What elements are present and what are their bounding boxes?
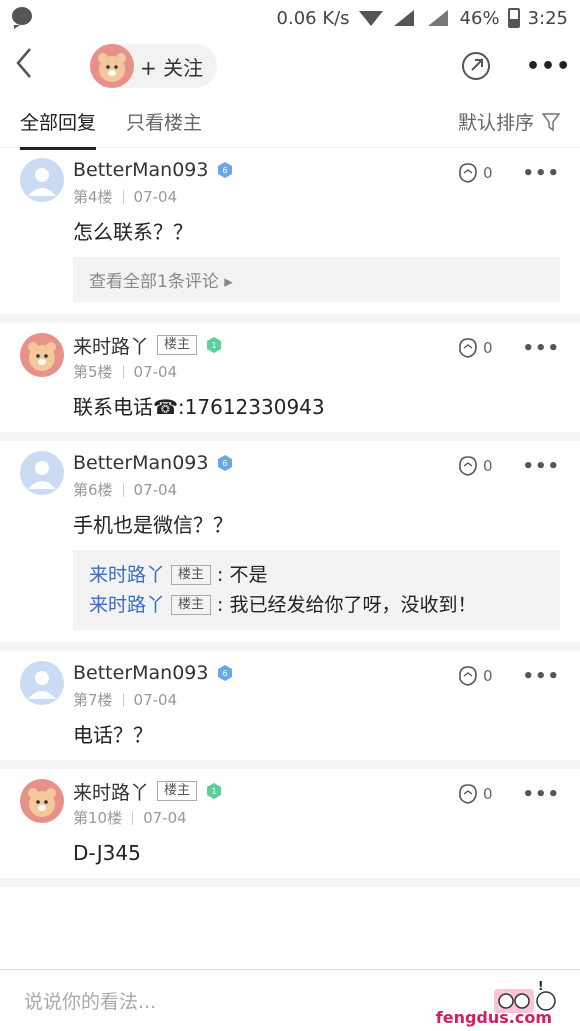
status-bar: 0.06 K/s 46% 3:25 <box>0 0 580 36</box>
comment-more-icon[interactable]: ••• <box>522 456 560 477</box>
view-replies-link[interactable]: 查看全部1条评论 ▸ <box>73 257 560 302</box>
level-badge-icon: 1 <box>207 783 222 799</box>
avatar <box>90 44 134 88</box>
svg-text:6: 6 <box>223 166 228 175</box>
op-badge: 楼主 <box>171 595 212 615</box>
post-date: 07-04 <box>133 690 178 709</box>
comment-more-icon[interactable]: ••• <box>522 784 560 805</box>
signal-icon-2 <box>427 10 448 26</box>
comment-item: BetterMan093 6 第6楼 07-04 手机也是微信？？ 来时路丫 楼主… <box>0 441 580 651</box>
comment-text: 电话？？ <box>73 723 153 747</box>
post-date: 07-04 <box>143 808 187 827</box>
username[interactable]: 来时路丫 <box>73 778 149 805</box>
floor-number: 第6楼 <box>73 481 113 499</box>
sort-button[interactable]: 默认排序 <box>458 108 560 135</box>
svg-text:!: ! <box>538 981 543 993</box>
comment-input-bar: 说说你的看法... ! fengdus.com <box>0 969 580 1031</box>
chevron-left-icon <box>16 48 31 78</box>
comment-item: 来时路丫 楼主 1 第10楼 07-04 D-J345 0 ••• <box>0 769 580 887</box>
post-date: 07-04 <box>133 480 178 499</box>
svg-text:6: 6 <box>223 669 228 678</box>
op-badge: 楼主 <box>157 335 198 355</box>
watermark: fengdus.com <box>435 1008 552 1027</box>
view-replies-label: 查看全部1条评论 <box>89 272 219 292</box>
sub-reply-username[interactable]: 来时路丫 <box>89 590 165 620</box>
colon: : <box>217 594 224 616</box>
message-notification-icon <box>12 6 32 29</box>
comment-text: 联系电话☎:17612330943 <box>73 395 325 419</box>
floor-number: 第4楼 <box>73 188 113 206</box>
like-count: 0 <box>482 339 493 357</box>
level-badge-icon: 6 <box>218 162 233 178</box>
default-avatar[interactable] <box>20 661 64 705</box>
op-badge: 楼主 <box>157 781 198 801</box>
comment-text: D-J345 <box>73 841 141 865</box>
comment-item: BetterMan093 6 第7楼 07-04 电话？？ 0 ••• <box>0 651 580 769</box>
like-count: 0 <box>482 667 493 685</box>
comment-more-icon[interactable]: ••• <box>522 338 560 359</box>
tab-op-only[interactable]: 只看楼主 <box>126 108 202 135</box>
username[interactable]: BetterMan093 <box>73 159 208 181</box>
floor-number: 第5楼 <box>73 363 113 381</box>
default-avatar[interactable] <box>20 158 64 202</box>
sub-reply: 来时路丫 楼主 : 不是 <box>89 560 544 590</box>
comment-more-icon[interactable]: ••• <box>522 163 560 184</box>
sub-reply: 来时路丫 楼主 : 我已经发给你了呀，没收到！ <box>89 590 544 620</box>
network-speed: 0.06 K/s <box>276 7 350 29</box>
like-icon[interactable] <box>457 337 479 359</box>
svg-text:1: 1 <box>211 341 216 350</box>
username[interactable]: BetterMan093 <box>73 452 208 474</box>
like-count: 0 <box>482 457 493 475</box>
floor-number: 第7楼 <box>73 691 113 709</box>
like-icon[interactable] <box>457 783 479 805</box>
sort-label: 默认排序 <box>457 112 534 134</box>
comment-text: 怎么联系？？ <box>73 220 193 244</box>
wifi-icon <box>358 11 383 26</box>
reply-filter-tabs: 全部回复 只看楼主 默认排序 <box>0 96 580 150</box>
svg-text:6: 6 <box>223 459 228 468</box>
op-badge: 楼主 <box>171 565 212 585</box>
like-icon[interactable] <box>457 162 479 184</box>
level-badge-icon: 6 <box>218 665 233 681</box>
post-date: 07-04 <box>133 187 178 206</box>
comment-input[interactable]: 说说你的看法... <box>24 987 492 1014</box>
top-bar: + 关注 ••• <box>0 36 580 96</box>
svg-text:1: 1 <box>211 787 216 796</box>
level-badge-icon: 6 <box>218 455 233 471</box>
like-icon[interactable] <box>457 455 479 477</box>
share-icon[interactable] <box>460 50 492 82</box>
post-date: 07-04 <box>133 362 178 381</box>
sub-reply-text: 我已经发给你了呀，没收到！ <box>229 594 477 616</box>
tab-all-replies[interactable]: 全部回复 <box>20 108 97 150</box>
comment-item: BetterMan093 6 第4楼 07-04 怎么联系？？ 查看全部1条评论 … <box>0 148 580 323</box>
comment-item: 来时路丫 楼主 1 第5楼 07-04 联系电话☎:17612330943 0 •… <box>0 323 580 441</box>
caret-right-icon: ▸ <box>218 272 233 292</box>
avatar[interactable] <box>20 779 64 823</box>
follow-label: + 关注 <box>140 55 204 80</box>
signal-icon <box>393 10 414 26</box>
like-count: 0 <box>482 785 493 803</box>
comment-text: 手机也是微信？？ <box>73 513 233 537</box>
battery-percent: 46% <box>459 7 500 29</box>
like-count: 0 <box>482 164 493 182</box>
colon: : <box>217 564 224 586</box>
battery-icon <box>507 8 520 28</box>
follow-button[interactable]: + 关注 <box>90 44 218 88</box>
back-button[interactable] <box>14 47 54 85</box>
comment-more-icon[interactable]: ••• <box>522 666 560 687</box>
username[interactable]: 来时路丫 <box>73 332 149 359</box>
sub-reply-text: 不是 <box>229 564 268 586</box>
floor-number: 第10楼 <box>73 809 123 827</box>
default-avatar[interactable] <box>20 451 64 495</box>
username[interactable]: BetterMan093 <box>73 662 208 684</box>
level-badge-icon: 1 <box>207 337 222 353</box>
sub-reply-username[interactable]: 来时路丫 <box>89 560 165 590</box>
clock: 3:25 <box>527 7 568 29</box>
sub-replies[interactable]: 来时路丫 楼主 : 不是 来时路丫 楼主 : 我已经发给你了呀，没收到！ <box>73 550 560 630</box>
more-options-icon[interactable]: ••• <box>526 54 570 79</box>
like-icon[interactable] <box>457 665 479 687</box>
avatar[interactable] <box>20 333 64 377</box>
filter-icon <box>542 112 560 131</box>
